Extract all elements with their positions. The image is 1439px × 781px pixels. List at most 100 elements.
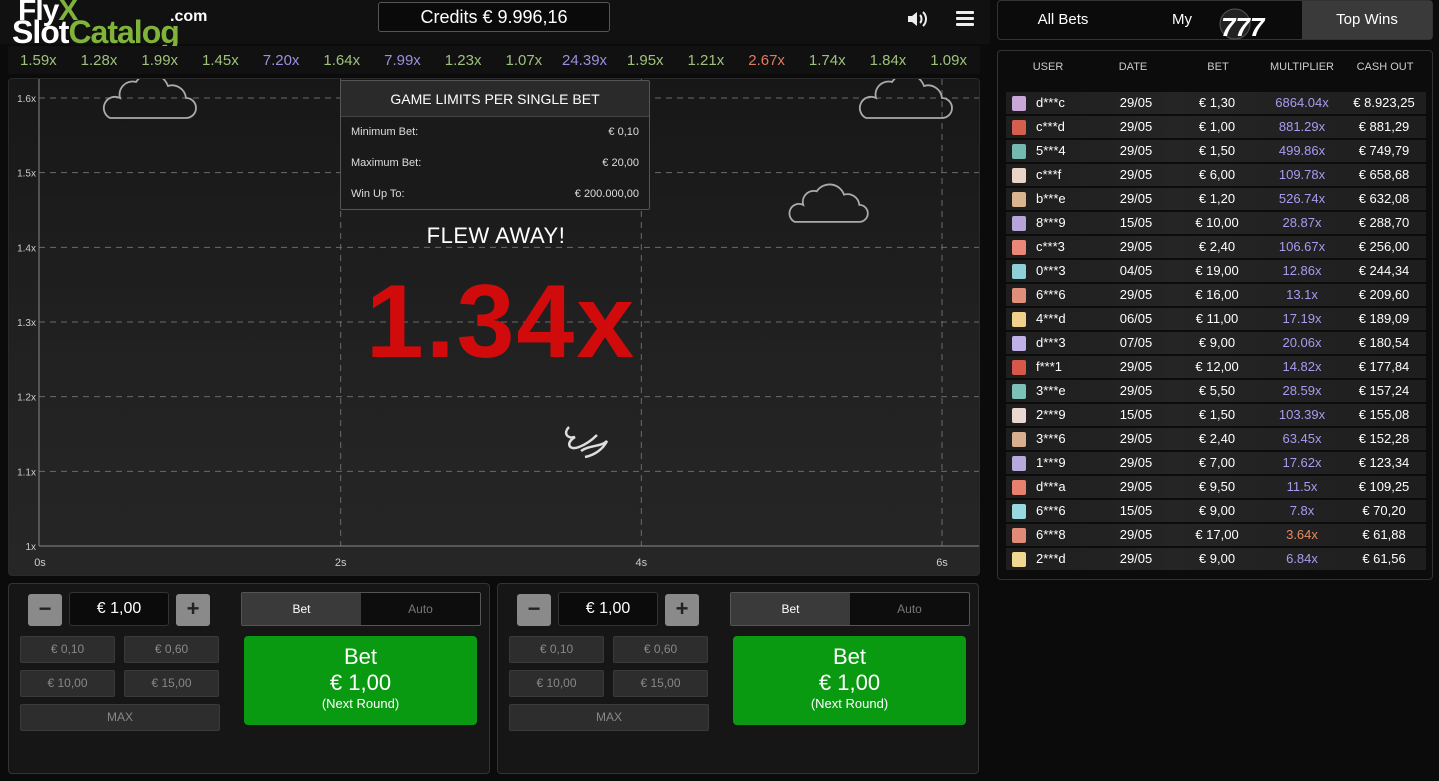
cloud-icon	[858, 79, 953, 119]
cell-date: 29/05	[1119, 143, 1153, 158]
quick-bet-chip[interactable]: € 10,00	[509, 670, 604, 697]
cell-date: 07/05	[1119, 335, 1153, 350]
quick-bet-chip[interactable]: € 0,60	[124, 636, 219, 663]
table-row: 3***e 29/05 € 5,50 28.59x € 157,24	[1006, 380, 1426, 402]
cell-bet: € 1,50	[1198, 143, 1236, 158]
game-limits-title: GAME LIMITS PER SINGLE BET	[341, 81, 649, 117]
cell-cashout: € 244,34	[1358, 263, 1410, 278]
tab-bet[interactable]: Bet	[242, 593, 361, 625]
hamburger-menu-icon[interactable]	[956, 11, 974, 27]
quick-bet-chip[interactable]: € 0,60	[613, 636, 708, 663]
avatar	[1012, 528, 1026, 543]
quick-bet-chip[interactable]: € 10,00	[20, 670, 115, 697]
bet-panel-2: − € 1,00 + Bet Auto € 0,10 € 0,60 € 10,0…	[497, 583, 979, 774]
table-row: 4***d 06/05 € 11,00 17.19x € 189,09	[1006, 308, 1426, 330]
cell-multiplier: 11.5x	[1286, 479, 1318, 494]
cell-date: 29/05	[1119, 287, 1153, 302]
cell-bet: € 2,40	[1198, 239, 1236, 254]
limit-value: € 200.000,00	[574, 188, 639, 200]
table-row: c***3 29/05 € 2,40 106.67x € 256,00	[1006, 236, 1426, 258]
cell-multiplier: 6864.04x	[1275, 95, 1329, 110]
cell-user: 2***9	[1036, 407, 1066, 422]
history-multiplier: 1.84x	[869, 51, 907, 69]
tab-auto[interactable]: Auto	[361, 593, 480, 625]
cell-bet: € 1,00	[1198, 119, 1236, 134]
col-bet: BET	[1207, 61, 1229, 73]
cell-date: 04/05	[1119, 263, 1153, 278]
max-bet-button[interactable]: MAX	[509, 704, 709, 731]
cell-date: 29/05	[1119, 359, 1153, 374]
cell-date: 29/05	[1119, 527, 1153, 542]
cell-multiplier: 17.62x	[1282, 455, 1322, 470]
history-multiplier: 1.23x	[444, 51, 482, 69]
table-row: 6***6 29/05 € 16,00 13.1x € 209,60	[1006, 284, 1426, 306]
history-multiplier: 1.95x	[626, 51, 664, 69]
quick-bet-chip[interactable]: € 0,10	[20, 636, 115, 663]
cell-user: 5***4	[1036, 143, 1066, 158]
quick-bet-chip[interactable]: € 15,00	[613, 670, 708, 697]
top-wins-table: USER DATE BET MULTIPLIER CASH OUT d***c …	[997, 50, 1433, 580]
cell-user: 0***3	[1036, 263, 1066, 278]
y-tick-label: 1.6x	[17, 94, 36, 105]
cell-cashout: € 109,25	[1358, 479, 1410, 494]
cell-cashout: € 209,60	[1358, 287, 1410, 302]
cell-user: 4***d	[1036, 311, 1066, 326]
table-row: 1***9 29/05 € 7,00 17.62x € 123,34	[1006, 452, 1426, 474]
cell-date: 29/05	[1119, 167, 1153, 182]
bet-button-note: (Next Round)	[321, 696, 400, 711]
cell-multiplier: 13.1x	[1286, 287, 1318, 302]
cell-bet: € 12,00	[1195, 359, 1239, 374]
bet-amount-input[interactable]: € 1,00	[558, 592, 658, 626]
credits-display: Credits € 9.996,16	[378, 2, 610, 32]
cell-bet: € 17,00	[1195, 527, 1239, 542]
tab-auto[interactable]: Auto	[850, 593, 969, 625]
avatar	[1012, 432, 1026, 447]
bet-button-label: Bet	[832, 644, 867, 669]
cell-multiplier: 499.86x	[1278, 143, 1326, 158]
cell-date: 15/05	[1119, 503, 1153, 518]
cell-user: 8***9	[1036, 215, 1066, 230]
avatar	[1012, 216, 1026, 231]
cell-date: 29/05	[1119, 455, 1153, 470]
avatar	[1012, 168, 1026, 183]
cell-cashout: € 61,56	[1362, 551, 1406, 566]
history-multiplier: 1.64x	[323, 51, 361, 69]
cell-cashout: € 288,70	[1358, 215, 1410, 230]
table-row: 6***6 15/05 € 9,00 7.8x € 70,20	[1006, 500, 1426, 522]
y-tick-label: 1.2x	[17, 393, 36, 404]
bet-amount-input[interactable]: € 1,00	[69, 592, 169, 626]
increase-bet-button[interactable]: +	[176, 594, 210, 626]
increase-bet-button[interactable]: +	[665, 594, 699, 626]
quick-bet-chip[interactable]: € 15,00	[124, 670, 219, 697]
cell-multiplier: 6.84x	[1286, 551, 1318, 566]
x-tick-label: 2s	[335, 557, 347, 569]
logo: FlyX SlotCatalog .com	[12, 0, 212, 52]
cell-date: 15/05	[1119, 407, 1153, 422]
decrease-bet-button[interactable]: −	[28, 594, 62, 626]
cell-bet: € 9,00	[1198, 551, 1236, 566]
max-bet-button[interactable]: MAX	[20, 704, 220, 731]
multiplier-history: 1.59x 1.28x 1.99x 1.45x 7.20x 1.64x 7.99x 1.23x…	[8, 46, 980, 74]
quick-bet-chip[interactable]: € 0,10	[509, 636, 604, 663]
place-bet-button[interactable]: Bet € 1,00 (Next Round)	[244, 636, 477, 725]
x-tick-label: 6s	[936, 557, 948, 569]
avatar	[1012, 504, 1026, 519]
speaker-icon[interactable]	[906, 9, 930, 29]
table-row: 6***8 29/05 € 17,00 3.64x € 61,88	[1006, 524, 1426, 546]
tab-all-bets[interactable]: All Bets	[998, 1, 1128, 39]
tab-bet[interactable]: Bet	[731, 593, 850, 625]
tab-top-wins[interactable]: Top Wins	[1302, 1, 1432, 39]
cell-bet: € 1,30	[1198, 95, 1236, 110]
history-multiplier: 2.67x	[748, 51, 785, 69]
plane-icon	[564, 426, 609, 459]
avatar	[1012, 144, 1026, 159]
table-row: c***f 29/05 € 6,00 109.78x € 658,68	[1006, 164, 1426, 186]
table-row: 0***3 04/05 € 19,00 12.86x € 244,34	[1006, 260, 1426, 282]
place-bet-button[interactable]: Bet € 1,00 (Next Round)	[733, 636, 966, 725]
limit-row-min: Minimum Bet: € 0,10	[341, 117, 649, 148]
cell-cashout: € 157,24	[1358, 383, 1410, 398]
cell-multiplier: 106.67x	[1278, 239, 1326, 254]
decrease-bet-button[interactable]: −	[517, 594, 551, 626]
cell-bet: € 7,00	[1198, 455, 1236, 470]
cell-date: 29/05	[1119, 383, 1153, 398]
